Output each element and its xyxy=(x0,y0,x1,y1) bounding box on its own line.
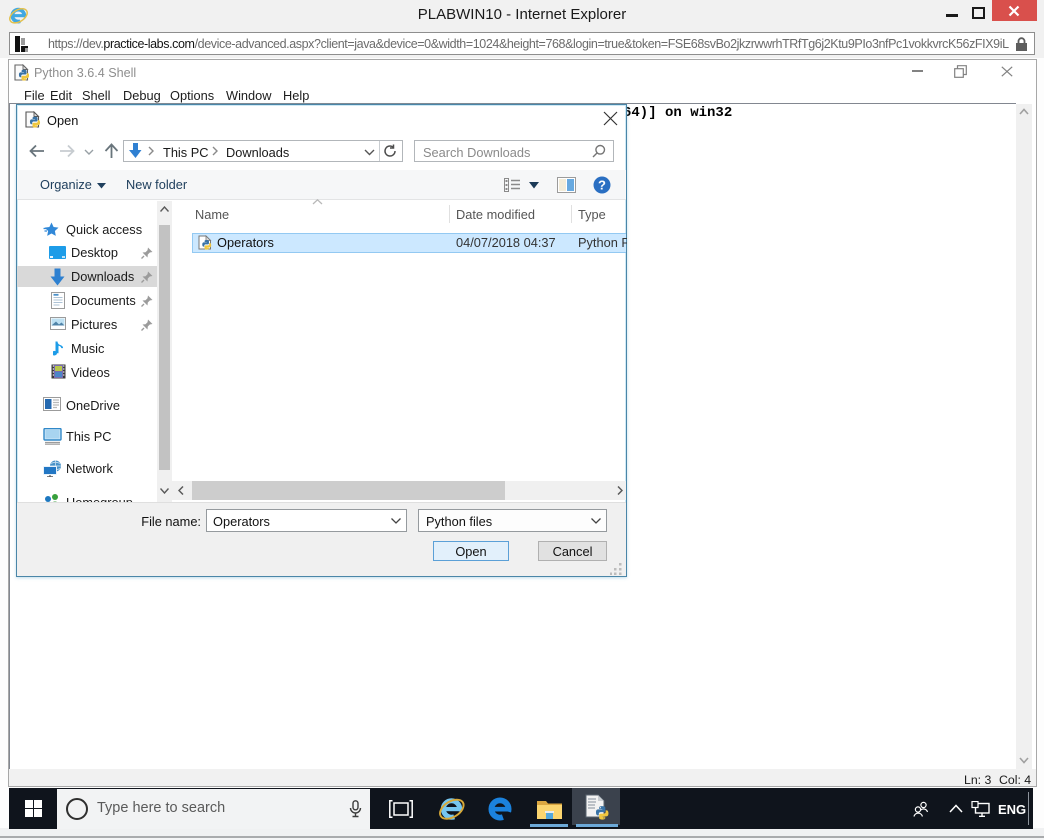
svg-text:?: ? xyxy=(598,178,606,193)
